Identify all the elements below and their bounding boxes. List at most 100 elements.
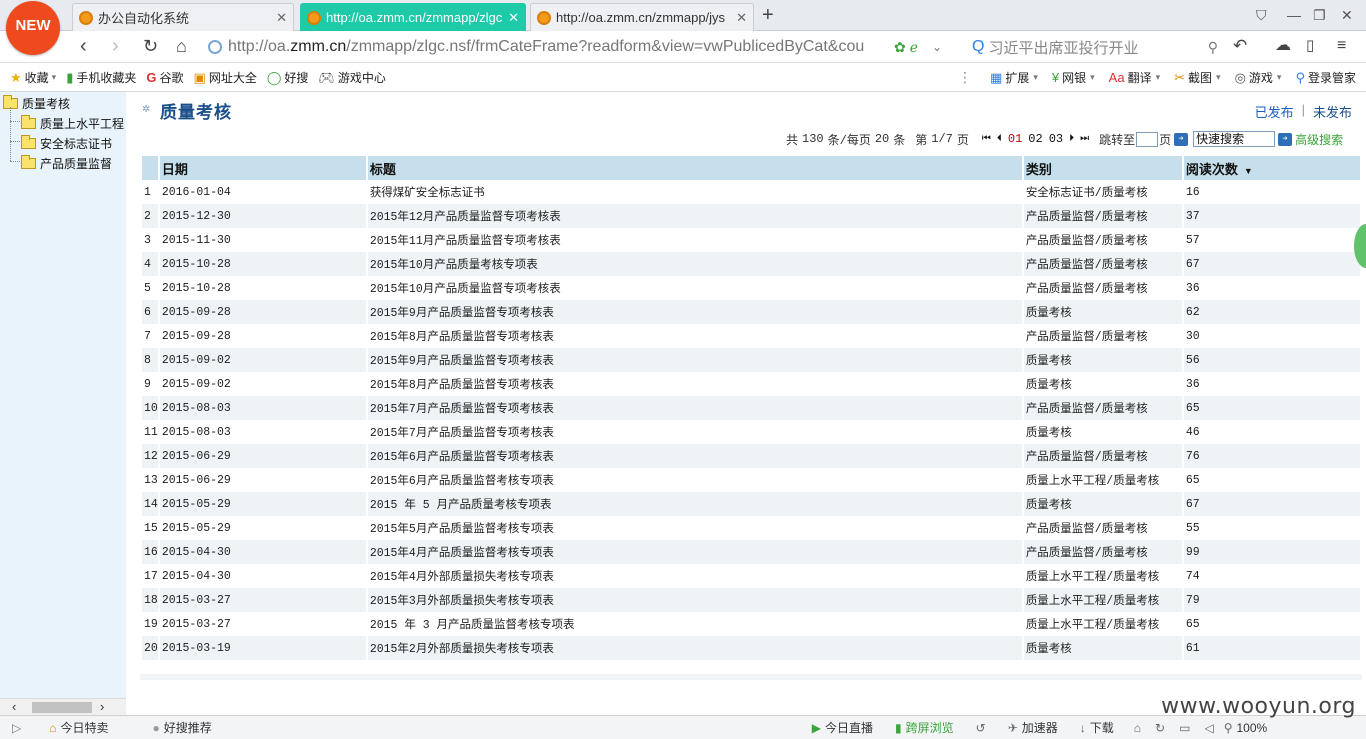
page-link-3[interactable]: 03 (1049, 132, 1063, 146)
unpublished-link[interactable]: 未发布 (1313, 102, 1352, 121)
row-title-link[interactable]: 2015年9月产品质量监督专项考核表 (367, 300, 1022, 324)
bookmark-directory[interactable]: ▣ 网址大全 (194, 69, 257, 86)
last-page-icon[interactable]: ⏭ (1080, 133, 1089, 145)
table-row[interactable]: 11 2015-08-03 2015年7月产品质量监督专项考核表 质量考核 46 (142, 420, 1360, 444)
ie-mode-icon[interactable]: ℯ (910, 39, 918, 56)
table-row[interactable]: 19 2015-03-27 2015 年 3 月产品质量监督考核专项表 质量上水平工程… (142, 612, 1360, 636)
menu-icon[interactable]: ≡ (1337, 35, 1346, 57)
forward-icon[interactable]: › (112, 35, 119, 57)
table-row[interactable]: 6 2015-09-28 2015年9月产品质量监督专项考核表 质量考核 62 (142, 300, 1360, 324)
refresh-icon[interactable]: ↻ (1155, 721, 1165, 735)
tree-item-quality-upgrade[interactable]: 质量上水平工程 (21, 115, 124, 132)
tab-office-automation[interactable]: 办公自动化系统 ✕ (72, 3, 294, 31)
layout-icon[interactable]: ⌂ (1134, 721, 1141, 735)
next-page-icon[interactable]: ⏵ (1069, 133, 1074, 145)
sidebar-horizontal-scrollbar[interactable]: ‹ › (0, 698, 126, 715)
close-window-icon[interactable]: ✕ (1341, 7, 1353, 24)
row-title-link[interactable]: 2015年11月产品质量监督专项考核表 (368, 228, 1022, 252)
table-row[interactable]: 5 2015-10-28 2015年10月产品质量监督专项考核表 产品质量监督/质量考… (142, 276, 1360, 300)
toolbar-translate[interactable]: Aa 翻译 ▾ (1109, 69, 1160, 86)
table-row[interactable]: 17 2015-04-30 2015年4月外部质量损失考核专项表 质量上水平工程/质量… (142, 564, 1360, 588)
window-icon[interactable]: ▭ (1179, 721, 1190, 735)
toolbar-ebank[interactable]: ¥ 网银 ▾ (1052, 69, 1095, 86)
undo-close-icon[interactable]: ↶ (1233, 35, 1247, 57)
table-row[interactable]: 18 2015-03-27 2015年3月外部质量损失考核专项表 质量上水平工程/质量… (142, 588, 1360, 612)
minimize-icon[interactable]: — (1287, 7, 1301, 23)
row-title-link[interactable]: 2015年2月外部质量损失考核专项表 (367, 636, 1022, 660)
table-row[interactable]: 4 2015-10-28 2015年10月产品质量考核专项表 产品质量监督/质量考核 6… (142, 252, 1360, 276)
header-category[interactable]: 类别 (1023, 156, 1182, 180)
bookmark-google[interactable]: G 谷歌 (146, 69, 183, 86)
table-row[interactable]: 10 2015-08-03 2015年7月产品质量监督专项考核表 产品质量监督/质量考… (142, 396, 1360, 420)
table-row[interactable]: 16 2015-04-30 2015年4月产品质量监督考核专项表 产品质量监督/质量考… (142, 540, 1360, 564)
sidebar-toggle-icon[interactable]: ▷ (12, 721, 21, 735)
table-row[interactable]: 1 2016-01-04 获得煤矿安全标志证书 安全标志证书/质量考核 16 (142, 180, 1360, 204)
today-deals[interactable]: ⌂ 今日特卖 (49, 719, 108, 736)
row-title-link[interactable]: 2015年9月产品质量监督专项考核表 (367, 348, 1022, 372)
back-icon[interactable]: ‹ (80, 35, 87, 57)
prev-page-icon[interactable]: ⏴ (997, 133, 1002, 145)
new-tab-plus-icon[interactable]: + (762, 4, 774, 26)
row-title-link[interactable]: 2015年3月外部质量损失考核专项表 (367, 588, 1022, 612)
bookmark-favorites[interactable]: ★ 收藏 ▾ (10, 69, 56, 86)
reload-icon[interactable]: ↻ (143, 35, 158, 57)
row-title-link[interactable]: 2015 年 5 月产品质量考核专项表 (367, 492, 1022, 516)
header-date[interactable]: 日期 (159, 156, 366, 180)
row-title-link[interactable]: 2015年10月产品质量监督专项考核表 (368, 276, 1022, 300)
cloud-sync-icon[interactable]: ☁ (1275, 35, 1291, 57)
close-tab-icon[interactable]: ✕ (736, 10, 747, 26)
advanced-search-link[interactable]: 高级搜索 (1295, 131, 1343, 148)
toolbar-extensions[interactable]: ▦ 扩展 ▾ (990, 69, 1038, 86)
row-title-link[interactable]: 2015年12月产品质量监督专项考核表 (367, 204, 1022, 228)
url-text[interactable]: http://oa.zmm.cn/zmmapp/zlgc.nsf/frmCate… (228, 38, 888, 56)
header-reads[interactable]: 阅读次数 ▼ (1183, 156, 1360, 180)
table-row[interactable]: 7 2015-09-28 2015年8月产品质量监督专项考核表 产品质量监督/质量考核… (142, 324, 1360, 348)
table-row[interactable]: 12 2015-06-29 2015年6月产品质量监督专项考核表 产品质量监督/质量考… (142, 444, 1360, 468)
volume-icon[interactable]: ◁ (1204, 721, 1213, 735)
row-title-link[interactable]: 2015年10月产品质量考核专项表 (367, 252, 1022, 276)
scroll-left-icon[interactable]: ‹ (12, 699, 16, 714)
table-row[interactable]: 14 2015-05-29 2015 年 5 月产品质量考核专项表 质量考核 67 (142, 492, 1360, 516)
toolbar-screenshot[interactable]: ✂ 截图 ▾ (1174, 69, 1220, 86)
toolbar-games[interactable]: ◎ 游戏 ▾ (1235, 69, 1282, 86)
row-title-link[interactable]: 2015年8月产品质量监督专项考核表 (368, 372, 1022, 396)
scrollbar-thumb[interactable] (32, 702, 92, 713)
page-link-1[interactable]: 01 (1008, 132, 1022, 146)
quick-search-input[interactable]: 快速搜索 (1193, 131, 1276, 147)
accelerator[interactable]: ✈ 加速器 (1008, 719, 1058, 736)
table-row[interactable]: 2 2015-12-30 2015年12月产品质量监督专项考核表 产品质量监督/质量考… (142, 204, 1360, 228)
toolbar-login-manager[interactable]: ⚲ 登录管家 (1295, 69, 1356, 86)
more-vertical-icon[interactable]: ⋮ (958, 69, 972, 86)
scroll-right-icon[interactable]: › (100, 699, 104, 714)
bookmark-haosou[interactable]: ◯ 好搜 (267, 69, 309, 86)
row-title-link[interactable]: 2015年7月产品质量监督专项考核表 (368, 420, 1022, 444)
today-live[interactable]: ▶ 今日直播 (812, 719, 873, 736)
tree-item-product-supervision[interactable]: 产品质量监督 (21, 155, 112, 172)
row-title-link[interactable]: 2015年8月产品质量监督专项考核表 (368, 324, 1022, 348)
new-badge[interactable]: NEW (6, 1, 60, 55)
bookmark-mobile-favorites[interactable]: ▮ 手机收藏夹 (66, 69, 136, 86)
restore-icon[interactable]: ❐ (1313, 7, 1326, 24)
row-title-link[interactable]: 2015年6月产品质量监督考核专项表 (368, 468, 1022, 492)
downloads[interactable]: ↓ 下载 (1080, 719, 1114, 736)
first-page-icon[interactable]: ⏮ (982, 133, 991, 145)
table-row[interactable]: 3 2015-11-30 2015年11月产品质量监督专项考核表 产品质量监督/质量考… (142, 228, 1360, 252)
row-title-link[interactable]: 2015年5月产品质量监督考核专项表 (368, 516, 1022, 540)
row-title-link[interactable]: 2015 年 3 月产品质量监督考核专项表 (368, 612, 1022, 636)
table-row[interactable]: 9 2015-09-02 2015年8月产品质量监督专项考核表 质量考核 36 (142, 372, 1360, 396)
mobile-icon[interactable]: ▯ (1306, 35, 1314, 57)
row-title-link[interactable]: 2015年4月产品质量监督考核专项表 (367, 540, 1022, 564)
close-tab-icon[interactable]: ✕ (508, 10, 519, 26)
zoom-level[interactable]: 100% (1236, 721, 1267, 735)
page-info-icon[interactable] (208, 40, 222, 54)
tree-item-safety-certificate[interactable]: 安全标志证书 (21, 135, 112, 152)
table-row[interactable]: 15 2015-05-29 2015年5月产品质量监督考核专项表 产品质量监督/质量考… (142, 516, 1360, 540)
recycle-icon[interactable]: ↺ (976, 721, 986, 735)
quick-search-button[interactable]: ➔ (1278, 132, 1293, 146)
jump-page-input[interactable] (1136, 131, 1159, 147)
table-row[interactable]: 20 2015-03-19 2015年2月外部质量损失考核专项表 质量考核 61 (142, 636, 1360, 660)
jump-go-button[interactable]: ➔ (1174, 132, 1189, 146)
skin-shirt-icon[interactable]: ⛉ (1256, 7, 1267, 24)
search-engine-icon[interactable]: Q (972, 38, 984, 56)
search-icon[interactable]: ⚲ (1208, 39, 1218, 56)
